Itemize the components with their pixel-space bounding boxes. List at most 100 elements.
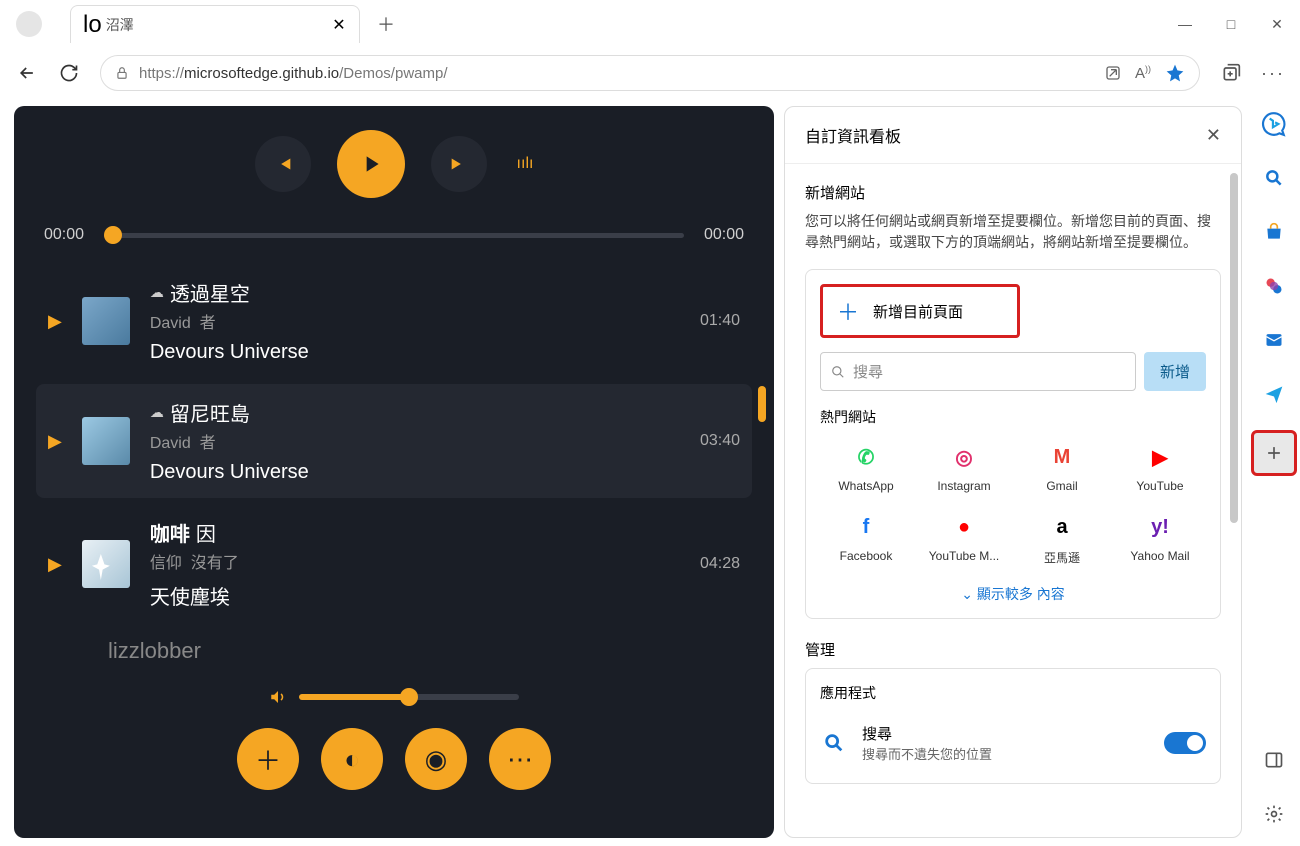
music-player: ıılı 00:00 00:00 ▶ ☁透過星空 David 者 Devours… <box>14 106 774 838</box>
site-tile[interactable]: ✆ WhatsApp <box>820 441 912 493</box>
playlist: ▶ ☁透過星空 David 者 Devours Universe 01:40 ▶… <box>14 264 774 672</box>
site-tile[interactable]: a 亞馬遜 <box>1016 511 1108 566</box>
site-tile[interactable]: y!Yahoo Mail <box>1114 511 1206 566</box>
volume-control <box>14 688 774 706</box>
song-row[interactable]: ▶ 咖啡因 信仰 沒有了 天使塵埃 04:28 <box>36 504 752 624</box>
add-button[interactable]: ＋ <box>237 728 299 790</box>
minimize-button[interactable]: — <box>1162 4 1208 44</box>
search-row: 搜尋 新增 <box>820 352 1206 391</box>
chevron-down-icon: ⌄ <box>961 586 977 602</box>
outlook-icon[interactable] <box>1256 322 1292 358</box>
close-panel-icon[interactable]: ✕ <box>1206 125 1221 146</box>
favorite-star-icon[interactable] <box>1165 63 1185 83</box>
play-song-icon[interactable]: ▶ <box>48 311 62 332</box>
customize-sidebar-panel: 自訂資訊看板 ✕ 新增網站 您可以將任何網站或網頁新增至提要欄位。新增您目前的頁… <box>784 106 1242 838</box>
song-row[interactable]: ▶ ☁留尼旺島 David 者 Devours Universe 03:40 <box>36 384 752 498</box>
song-info: 咖啡因 信仰 沒有了 天使塵埃 <box>150 518 680 610</box>
browser-sidebar <box>1248 98 1300 846</box>
app-name: 搜尋 <box>862 723 1150 744</box>
settings-icon[interactable] <box>1256 796 1292 832</box>
add-site-desc: 您可以將任何網站或網頁新增至提要欄位。新增您目前的頁面、搜尋熱門網站，或選取下方… <box>805 211 1221 253</box>
browser-tab[interactable]: lo 沼澤 ✕ <box>70 5 360 43</box>
play-button[interactable] <box>337 130 405 198</box>
site-tile[interactable]: ●YouTube M... <box>918 511 1010 566</box>
window-controls: — □ ✕ <box>1162 4 1300 44</box>
add-search-button[interactable]: 新增 <box>1144 352 1206 391</box>
next-button[interactable] <box>431 136 487 192</box>
search-icon[interactable] <box>1256 160 1292 196</box>
site-tile[interactable]: ◎Instagram <box>918 441 1010 493</box>
lock-icon <box>115 66 129 80</box>
song-row-cut: lizzlobber <box>36 630 752 672</box>
site-icon: ✆ <box>850 441 882 473</box>
address-bar[interactable]: https://microsoftedge.github.io/Demos/pw… <box>100 55 1200 91</box>
profile-avatar[interactable] <box>16 11 42 37</box>
open-external-icon[interactable] <box>1105 65 1121 81</box>
close-tab-icon[interactable]: ✕ <box>331 17 347 33</box>
read-aloud-icon[interactable]: A)) <box>1135 64 1151 82</box>
show-more-link[interactable]: ⌄ 顯示較多 內容 <box>820 584 1206 604</box>
volume-icon[interactable] <box>269 688 287 706</box>
toggle-sidebar-icon[interactable] <box>1256 742 1292 778</box>
content-area: ıılı 00:00 00:00 ▶ ☁透過星空 David 者 Devours… <box>0 98 1300 846</box>
previous-button[interactable] <box>255 136 311 192</box>
seek-bar[interactable] <box>104 233 684 238</box>
seek-thumb[interactable] <box>104 226 122 244</box>
app-row-search: 搜尋 搜尋而不遺失您的位置 <box>820 717 1206 769</box>
time-current: 00:00 <box>44 226 84 244</box>
site-icon: a <box>1046 511 1078 543</box>
close-window-button[interactable]: ✕ <box>1254 4 1300 44</box>
album-cover <box>82 540 130 588</box>
panel-scrollbar[interactable] <box>1230 173 1238 523</box>
panel-body: 新增網站 您可以將任何網站或網頁新增至提要欄位。新增您目前的頁面、搜尋熱門網站，… <box>785 164 1241 837</box>
site-label: WhatsApp <box>838 479 893 493</box>
volume-thumb[interactable] <box>400 688 418 706</box>
search-input[interactable]: 搜尋 <box>820 352 1136 391</box>
plus-icon: ＋ <box>837 295 859 327</box>
playlist-scrollbar[interactable] <box>758 386 766 422</box>
site-tile[interactable]: fFacebook <box>820 511 912 566</box>
add-current-page-button[interactable]: ＋ 新增目前頁面 <box>820 284 1020 338</box>
site-label: 亞馬遜 <box>1044 549 1080 566</box>
refresh-button[interactable] <box>50 54 88 92</box>
song-row[interactable]: ▶ ☁透過星空 David 者 Devours Universe 01:40 <box>36 264 752 378</box>
add-sidebar-button[interactable] <box>1251 430 1297 476</box>
song-info: ☁透過星空 David 者 Devours Universe <box>150 278 680 364</box>
site-label: Gmail <box>1046 479 1077 493</box>
back-button[interactable] <box>8 54 46 92</box>
app-desc: 搜尋而不遺失您的位置 <box>862 744 1150 763</box>
collections-icon[interactable] <box>1212 54 1250 92</box>
site-icon: ◎ <box>948 441 980 473</box>
song-duration: 01:40 <box>700 312 740 330</box>
shopping-icon[interactable] <box>1256 214 1292 250</box>
theme-button[interactable]: ◐ <box>321 728 383 790</box>
tab-subtitle: 沼澤 <box>106 15 134 35</box>
visualizer-icon[interactable]: ıılı <box>517 155 534 173</box>
site-tile[interactable]: MGmail <box>1016 441 1108 493</box>
record-button[interactable]: ◉ <box>405 728 467 790</box>
site-icon: f <box>850 511 882 543</box>
more-menu-icon[interactable]: ··· <box>1254 54 1292 92</box>
maximize-button[interactable]: □ <box>1208 4 1254 44</box>
apps-card: 應用程式 搜尋 搜尋而不遺失您的位置 <box>805 668 1221 784</box>
more-button[interactable]: ⋯ <box>489 728 551 790</box>
site-tile[interactable]: ▶YouTube <box>1114 441 1206 493</box>
site-label: Yahoo Mail <box>1130 549 1189 563</box>
hot-sites-title: 熱門網站 <box>820 407 1206 427</box>
office-icon[interactable] <box>1256 268 1292 304</box>
titlebar: lo 沼澤 ✕ ＋ — □ ✕ <box>0 0 1300 48</box>
search-app-icon <box>820 729 848 757</box>
play-song-icon[interactable]: ▶ <box>48 431 62 452</box>
new-tab-button[interactable]: ＋ <box>370 8 402 40</box>
site-icon: ▶ <box>1144 441 1176 473</box>
app-toggle[interactable] <box>1164 732 1206 754</box>
playback-controls: ıılı <box>14 130 774 198</box>
volume-slider[interactable] <box>299 694 519 700</box>
send-icon[interactable] <box>1256 376 1292 412</box>
search-icon <box>831 365 845 379</box>
play-song-icon[interactable]: ▶ <box>48 554 62 575</box>
site-icon: ● <box>948 511 980 543</box>
bing-chat-icon[interactable] <box>1256 106 1292 142</box>
song-duration: 04:28 <box>700 555 740 573</box>
cloud-icon: ☁ <box>150 404 164 421</box>
